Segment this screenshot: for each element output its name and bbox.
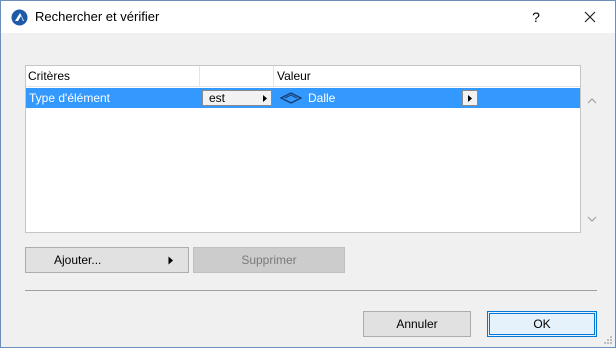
- chevron-right-icon: [263, 95, 267, 102]
- add-button-label: Ajouter...: [54, 253, 102, 267]
- dialog-window: Rechercher et vérifier ? Critères Valeur…: [0, 0, 616, 348]
- column-header-value[interactable]: Valeur: [274, 66, 580, 87]
- help-button[interactable]: ?: [521, 5, 551, 29]
- archicad-icon: [11, 9, 28, 26]
- operator-dropdown[interactable]: est: [202, 90, 272, 106]
- close-button[interactable]: [575, 5, 605, 29]
- chevron-right-icon: [468, 95, 472, 102]
- chevron-right-icon: [168, 256, 173, 265]
- criteria-list[interactable]: Critères Valeur Type d'élément est Dalle: [25, 65, 581, 233]
- ok-button[interactable]: OK: [487, 311, 597, 337]
- cancel-button[interactable]: Annuler: [363, 311, 471, 337]
- value-selector-button[interactable]: [462, 90, 478, 106]
- value-cell: Dalle: [308, 91, 336, 105]
- column-header-criteria[interactable]: Critères: [26, 66, 200, 87]
- scroll-up-icon[interactable]: [585, 96, 599, 106]
- slab-icon: [280, 92, 302, 104]
- column-header-operator[interactable]: [200, 66, 274, 87]
- criterion-cell: Type d'élément: [29, 91, 111, 105]
- resize-grip-icon[interactable]: [603, 335, 613, 345]
- add-button[interactable]: Ajouter...: [25, 247, 189, 273]
- scroll-down-icon[interactable]: [585, 214, 599, 224]
- separator: [25, 290, 597, 291]
- close-icon: [584, 11, 596, 23]
- operator-value: est: [209, 91, 226, 105]
- window-title: Rechercher et vérifier: [35, 9, 160, 24]
- title-bar: Rechercher et vérifier ?: [1, 1, 615, 33]
- table-row[interactable]: Type d'élément est Dalle: [26, 88, 580, 108]
- delete-button[interactable]: Supprimer: [193, 247, 345, 273]
